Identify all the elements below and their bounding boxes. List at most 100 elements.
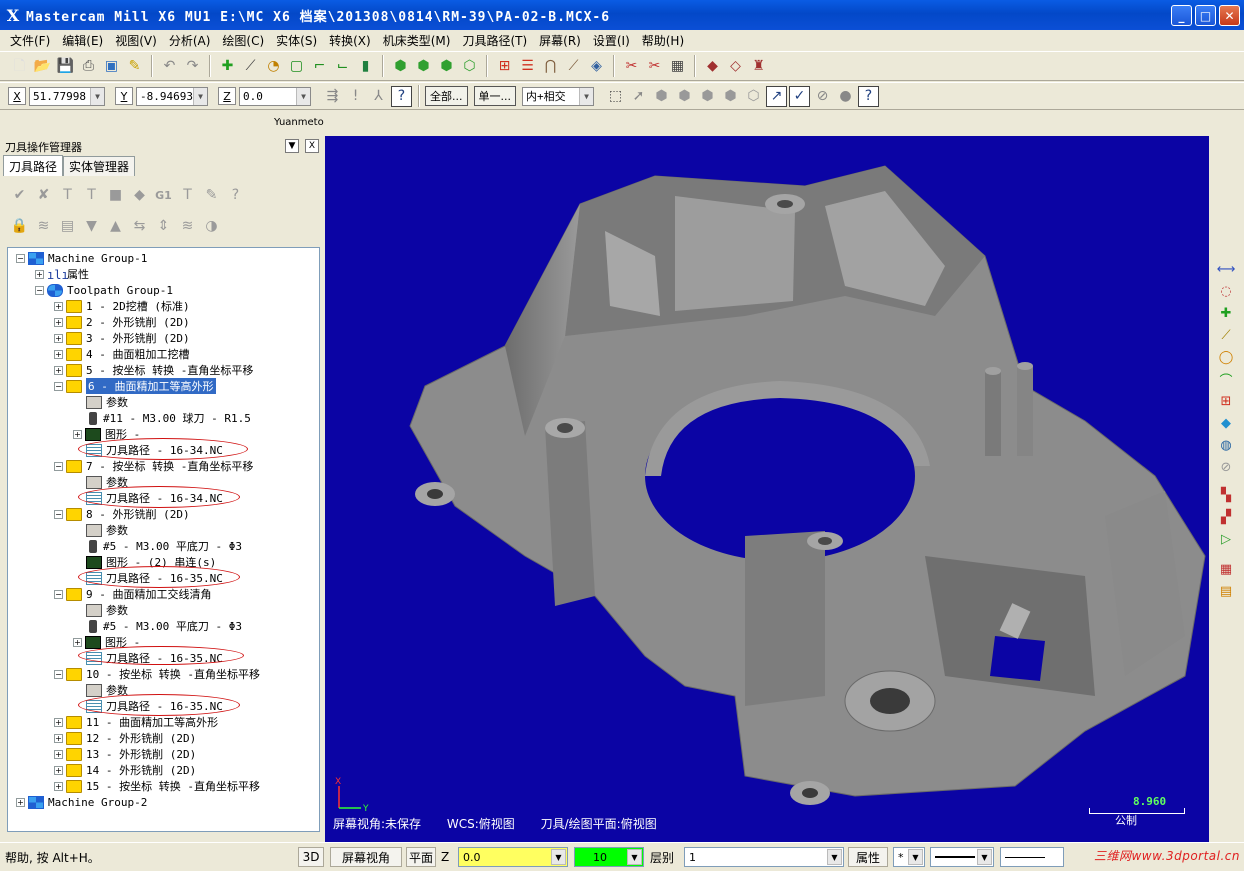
done-select-icon[interactable]: ✓ [789, 85, 810, 107]
collapse-icon[interactable]: − [54, 381, 63, 391]
select-all-button[interactable]: 全部... [425, 86, 468, 106]
tree-node[interactable]: −6 - 曲面精加工等高外形 [54, 378, 216, 394]
machine-sim-icon[interactable]: ♜ [748, 56, 769, 77]
grid-snap-icon[interactable]: ⊞ [1217, 392, 1235, 410]
right-view-icon[interactable]: ⬡ [459, 56, 480, 77]
tree-node[interactable]: +4 - 曲面粗加工挖槽 [54, 346, 190, 362]
cancel-select-icon[interactable]: ⊘ [812, 86, 833, 107]
chevron-down-icon[interactable]: ▼ [977, 849, 992, 865]
tree-node[interactable]: −9 - 曲面精加工交线清角 [54, 586, 212, 602]
globe-icon[interactable]: ◍ [1217, 436, 1235, 454]
expand-icon[interactable]: + [54, 717, 63, 727]
collapse-icon[interactable]: − [54, 509, 63, 519]
tree-node[interactable]: +5 - 按坐标 转换 -直角坐标平移 [54, 362, 253, 378]
color-icon[interactable]: ▚ [1217, 486, 1235, 504]
attributes-icon[interactable]: ▷ [1217, 530, 1235, 548]
line-style-select[interactable]: ▼ [930, 847, 994, 867]
chevron-down-icon[interactable]: ▼ [579, 87, 593, 105]
front-view-icon[interactable]: ⬢ [436, 56, 457, 77]
collapse-icon[interactable]: − [16, 253, 25, 263]
chevron-down-icon[interactable]: ▼ [908, 849, 923, 865]
close-button[interactable]: ✕ [1219, 5, 1240, 26]
regen-dirty-icon[interactable]: T [81, 185, 102, 206]
chevron-down-icon[interactable]: ▼ [193, 87, 207, 105]
expand-icon[interactable]: + [54, 733, 63, 743]
grid-icon[interactable]: ⊞ [494, 56, 515, 77]
fast-point-icon[interactable]: ⇶ [322, 86, 343, 107]
top-view-icon[interactable]: ⬢ [413, 56, 434, 77]
collapse-icon[interactable]: − [54, 669, 63, 679]
trim-icon[interactable]: ⋂ [540, 56, 561, 77]
expand-icon[interactable]: + [54, 765, 63, 775]
no-icon[interactable]: ⊘ [1217, 458, 1235, 476]
minimize-button[interactable]: _ [1171, 5, 1192, 26]
attributes-button[interactable]: 属性 [848, 847, 888, 867]
screen-view-button[interactable]: 屏幕视角 [330, 847, 402, 867]
end-select-icon[interactable]: ● [835, 86, 856, 107]
arc-icon[interactable]: ◯ [1217, 348, 1235, 366]
analyze-icon[interactable]: ◈ [586, 56, 607, 77]
select-all-ops-icon[interactable]: ✔ [9, 185, 30, 206]
scroll-to-insert-icon[interactable]: ⇕ [153, 216, 174, 237]
tree-node[interactable]: +13 - 外形铣削 (2D) [54, 746, 196, 762]
tree-node[interactable]: +1 - 2D挖槽 (标准) [54, 298, 190, 314]
panel-close-button[interactable]: X [305, 139, 319, 153]
level-icon[interactable]: ▞ [1217, 508, 1235, 526]
tree-node[interactable]: 参数 [86, 394, 128, 410]
x-coord-input[interactable]: 51.77998 ▼ [29, 86, 105, 106]
print-icon[interactable]: ⎙ [78, 56, 99, 77]
verify-icon[interactable]: ◆ [129, 185, 150, 206]
menu-edit[interactable]: 编辑(E) [56, 32, 109, 49]
menu-analyze[interactable]: 分析(A) [163, 32, 217, 49]
post-icon[interactable]: T [177, 185, 198, 206]
tree-node[interactable]: + ılı 属性 [35, 266, 89, 282]
tree-node[interactable]: −7 - 按坐标 转换 -直角坐标平移 [54, 458, 253, 474]
create-line-icon[interactable]: ⟋ [240, 56, 261, 77]
help-icon[interactable]: ? [225, 185, 246, 206]
shading-icon[interactable]: ◆ [702, 56, 723, 77]
back-select-icon[interactable]: ⬡ [743, 86, 764, 107]
tree-node[interactable]: −8 - 外形铣削 (2D) [54, 506, 190, 522]
spline-icon[interactable]: ⌒ [1217, 370, 1235, 389]
maximize-button[interactable]: □ [1195, 5, 1216, 26]
menu-file[interactable]: 文件(F) [4, 32, 56, 49]
collapse-icon[interactable]: − [54, 589, 63, 599]
lock-icon[interactable]: 🔒 [9, 216, 30, 237]
tree-node[interactable]: −10 - 按坐标 转换 -直角坐标平移 [54, 666, 260, 682]
layer-manager-icon[interactable]: ▤ [1217, 582, 1235, 600]
regen-ops-icon[interactable]: T [57, 185, 78, 206]
select-dirty-ops-icon[interactable]: ✘ [33, 185, 54, 206]
graphics-viewport[interactable]: X Y 屏幕视角:未保存 WCS:俯视图 刀具/绘图平面:俯视图 8.960 公… [325, 136, 1209, 842]
toolpath-backplot-icon[interactable]: ✂ [644, 56, 665, 77]
highlighter-icon[interactable]: ✎ [124, 56, 145, 77]
level-select[interactable]: 1 ▼ [684, 847, 844, 867]
expand-icon[interactable]: + [73, 637, 82, 647]
3d-button[interactable]: 3D [298, 847, 324, 867]
selection-help-icon[interactable]: ? [858, 85, 879, 107]
expand-icon[interactable]: + [54, 349, 63, 359]
z-depth-input[interactable]: 0.0 ▼ [458, 847, 568, 867]
menu-settings[interactable]: 设置(I) [587, 32, 636, 49]
expand-icon[interactable]: + [54, 781, 63, 791]
collapse-icon[interactable]: − [35, 285, 44, 295]
verify-select-icon[interactable]: ↗ [766, 85, 787, 107]
highfeed-icon[interactable]: ✎ [201, 185, 222, 206]
z-coord-button[interactable]: Z [218, 87, 236, 105]
material-icon[interactable]: ◇ [725, 56, 746, 77]
menu-toolpaths[interactable]: 刀具路径(T) [456, 32, 533, 49]
expand-icon[interactable]: + [73, 429, 82, 439]
undo-icon[interactable]: ↶ [159, 56, 180, 77]
help-icon[interactable]: ? [391, 85, 412, 107]
tree-node[interactable]: − Toolpath Group-1 [35, 282, 173, 298]
tree-node[interactable]: #5 - M3.00 平底刀 - Φ3 [86, 618, 242, 634]
create-arc-icon[interactable]: ◔ [263, 56, 284, 77]
x-coord-button[interactable]: X [8, 87, 26, 105]
iso-view-icon[interactable]: ⬢ [390, 56, 411, 77]
create-point-icon[interactable]: ✚ [217, 56, 238, 77]
display-selected-icon[interactable]: ◑ [201, 216, 222, 237]
chevron-down-icon[interactable]: ▼ [827, 849, 842, 865]
alert-icon[interactable]: ! [345, 86, 366, 107]
edge-select-icon[interactable]: ⬢ [697, 86, 718, 107]
chevron-down-icon[interactable]: ▼ [551, 849, 566, 865]
y-coord-input[interactable]: -8.94693 ▼ [136, 86, 208, 106]
